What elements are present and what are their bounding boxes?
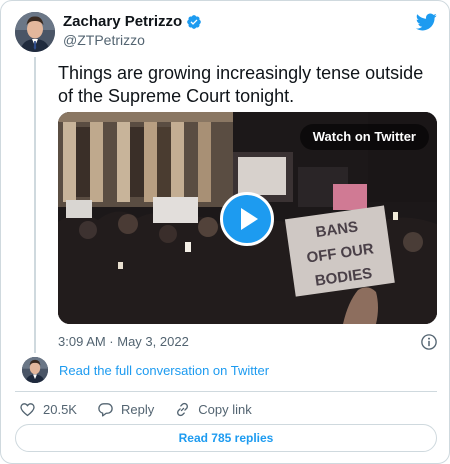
author-name[interactable]: Zachary Petrizzo (63, 13, 202, 30)
like-count: 20.5K (43, 401, 77, 417)
link-icon (177, 402, 189, 416)
tweet-embed-card: Zachary Petrizzo @ZTPetrizzo Things are … (0, 0, 450, 464)
like-button[interactable]: 20.5K (19, 401, 77, 418)
twitter-bird-icon[interactable] (415, 11, 437, 33)
heart-icon (20, 402, 35, 416)
read-replies-button[interactable]: Read 785 replies (15, 424, 437, 452)
video-media[interactable]: BANS OFF OUR BODIES Watch on Twitter (58, 112, 437, 324)
tweet-text: Things are growing increasingly tense ou… (58, 63, 424, 106)
reply-label: Reply (120, 401, 155, 417)
divider (15, 391, 437, 392)
full-conversation-link[interactable]: Read the full conversation on Twitter (59, 363, 269, 378)
thread-line (34, 57, 36, 353)
reply-bubble-icon (98, 402, 113, 417)
info-icon[interactable] (420, 333, 438, 351)
author-avatar[interactable] (15, 12, 55, 52)
reply-button[interactable]: Reply (97, 401, 154, 418)
copy-link-button[interactable]: Copy link (174, 401, 252, 418)
author-handle[interactable]: @ZTPetrizzo (63, 32, 145, 48)
protest-sign: BANS OFF OUR BODIES (284, 205, 395, 297)
play-icon[interactable] (220, 192, 274, 246)
tweet-meta-row: 3:09 AM · May 3, 2022 (58, 333, 438, 351)
action-bar: 20.5K Reply Copy link (19, 400, 272, 418)
watch-on-twitter-button[interactable]: Watch on Twitter (299, 124, 429, 150)
tweet-timestamp[interactable]: 3:09 AM · May 3, 2022 (58, 334, 189, 349)
copy-link-label: Copy link (198, 401, 252, 417)
author-name-text[interactable]: Zachary Petrizzo (63, 13, 182, 30)
verified-badge-icon (187, 14, 202, 29)
conversation-avatar[interactable] (22, 357, 48, 383)
